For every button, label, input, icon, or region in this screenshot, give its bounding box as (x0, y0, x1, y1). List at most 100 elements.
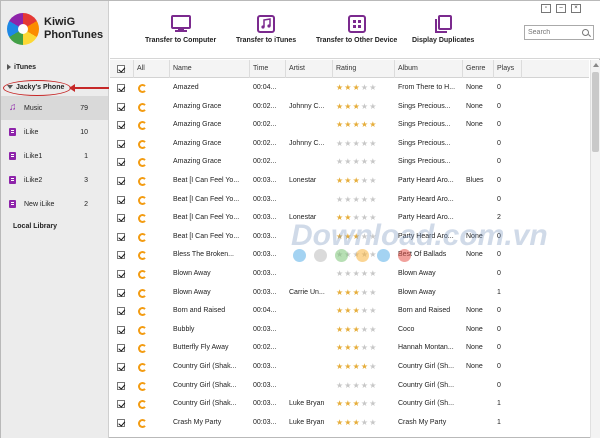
star-icon[interactable]: ★ (344, 270, 352, 278)
header-time[interactable]: Time (250, 60, 286, 78)
sidebar-device[interactable]: Jacky's Phone (7, 84, 64, 91)
star-icon[interactable]: ★ (353, 307, 361, 315)
star-icon[interactable]: ★ (361, 84, 369, 92)
star-icon[interactable]: ★ (361, 121, 369, 129)
star-icon[interactable]: ★ (361, 139, 369, 148)
star-icon[interactable]: ★ (369, 418, 377, 427)
star-icon[interactable]: ★ (361, 325, 369, 334)
scrollbar-thumb[interactable] (592, 72, 599, 152)
sidebar-item-ilike[interactable]: iLike 10 (1, 120, 108, 144)
star-icon[interactable]: ★ (353, 195, 361, 204)
star-icon[interactable]: ★ (353, 177, 361, 185)
search-icon[interactable] (582, 29, 589, 36)
star-icon[interactable]: ★ (336, 177, 344, 185)
star-icon[interactable]: ★ (344, 158, 352, 166)
star-icon[interactable]: ★ (344, 307, 352, 315)
star-icon[interactable]: ★ (369, 195, 377, 204)
star-icon[interactable]: ★ (369, 400, 377, 408)
star-icon[interactable]: ★ (336, 400, 344, 408)
row-checkbox[interactable] (117, 214, 125, 223)
rating-stars[interactable]: ★★★★★ (336, 195, 377, 204)
star-icon[interactable]: ★ (353, 158, 361, 166)
row-checkbox[interactable] (117, 288, 125, 297)
star-icon[interactable]: ★ (344, 363, 352, 371)
rating-stars[interactable]: ★★★★★ (336, 418, 377, 427)
star-icon[interactable]: ★ (336, 363, 344, 371)
star-icon[interactable]: ★ (369, 307, 377, 315)
sidebar-item-new-ilike[interactable]: New iLike 2 (1, 192, 108, 216)
table-row[interactable]: Country Girl (Shak... 00:03... Country Gir… (110, 376, 589, 396)
star-icon[interactable]: ★ (369, 270, 377, 278)
star-icon[interactable]: ★ (369, 288, 377, 297)
star-icon[interactable]: ★ (344, 325, 352, 334)
star-icon[interactable]: ★ (361, 381, 369, 390)
star-icon[interactable]: ★ (361, 418, 369, 427)
star-icon[interactable]: ★ (361, 307, 369, 315)
header-name[interactable]: Name (170, 60, 250, 78)
star-icon[interactable]: ★ (353, 84, 361, 92)
rating-stars[interactable]: ★★★★★ (336, 344, 377, 352)
select-all-checkbox[interactable] (117, 65, 125, 73)
star-icon[interactable]: ★ (344, 400, 352, 408)
star-icon[interactable]: ★ (344, 177, 352, 185)
star-icon[interactable]: ★ (369, 102, 377, 111)
row-checkbox[interactable] (117, 307, 125, 316)
star-icon[interactable]: ★ (361, 400, 369, 408)
star-icon[interactable]: ★ (344, 381, 352, 390)
star-icon[interactable]: ★ (369, 344, 377, 352)
star-icon[interactable]: ★ (353, 139, 361, 148)
table-row[interactable]: Amazing Grace 00:02... Johnny C... Sings Pr… (110, 135, 589, 154)
close-window-button[interactable]: × (571, 4, 581, 13)
row-checkbox[interactable] (117, 158, 125, 167)
star-icon[interactable]: ★ (361, 270, 369, 278)
rating-stars[interactable]: ★★★★★ (336, 363, 377, 371)
star-icon[interactable]: ★ (336, 270, 344, 278)
vertical-scrollbar[interactable] (590, 60, 600, 438)
table-row[interactable]: Amazing Grace 00:02... Sings Precious... No… (110, 116, 589, 135)
rating-stars[interactable]: ★★★★★ (336, 177, 377, 185)
rating-stars[interactable]: ★★★★★ (336, 288, 377, 297)
search-input[interactable] (525, 26, 577, 39)
table-row[interactable]: Bubbly 00:03... Coco None 0 ★ ★ ★ ★ ★ (110, 321, 589, 340)
table-row[interactable]: Country Girl (Shak... 00:03... Country Gir… (110, 358, 589, 377)
star-icon[interactable]: ★ (336, 418, 344, 427)
star-icon[interactable]: ★ (361, 363, 369, 371)
star-icon[interactable]: ★ (344, 288, 352, 297)
rating-stars[interactable]: ★★★★★ (336, 325, 377, 334)
star-icon[interactable]: ★ (369, 139, 377, 148)
star-icon[interactable]: ★ (336, 195, 344, 204)
star-icon[interactable]: ★ (353, 363, 361, 371)
sidebar-item-ilike2[interactable]: iLike2 3 (1, 168, 108, 192)
sidebar-item-ilike1[interactable]: iLike1 1 (1, 144, 108, 168)
header-select-all-cell[interactable] (110, 60, 134, 78)
table-row[interactable]: Crash My Party 00:03... Luke Bryan Crash My… (110, 413, 589, 433)
star-icon[interactable]: ★ (361, 195, 369, 204)
row-checkbox[interactable] (117, 102, 125, 111)
star-icon[interactable]: ★ (361, 288, 369, 297)
table-row[interactable]: Born and Raised 00:04... Born and Raised No… (110, 302, 589, 321)
row-checkbox[interactable] (117, 84, 125, 92)
row-checkbox[interactable] (117, 195, 125, 204)
star-icon[interactable]: ★ (369, 381, 377, 390)
header-album[interactable]: Album (395, 60, 463, 78)
row-checkbox[interactable] (117, 325, 125, 334)
table-row[interactable]: Country Girl (Shak... 00:03... Luke Bryan C… (110, 395, 589, 414)
scroll-up-icon[interactable] (593, 63, 599, 67)
table-row[interactable]: Blown Away 00:03... Carrie Un... Blown Away… (110, 284, 589, 303)
minimize-window-button[interactable]: – (556, 4, 566, 13)
transfer-to-itunes-button[interactable]: Transfer to iTunes (236, 15, 296, 44)
rating-stars[interactable]: ★★★★★ (336, 102, 377, 111)
row-checkbox[interactable] (117, 232, 125, 241)
restore-window-button[interactable]: ▫ (541, 4, 551, 13)
star-icon[interactable]: ★ (336, 102, 344, 111)
row-checkbox[interactable] (117, 177, 125, 185)
table-row[interactable]: Amazing Grace 00:02... Sings Precious... 0 ★… (110, 153, 589, 172)
header-genre[interactable]: Genre (463, 60, 494, 78)
star-icon[interactable]: ★ (344, 344, 352, 352)
sidebar-local-library[interactable]: Local Library (13, 223, 57, 230)
header-artist[interactable]: Artist (286, 60, 333, 78)
table-row[interactable]: Blown Away 00:03... Blown Away 0 ★ ★ ★ ★ ★ (110, 265, 589, 284)
star-icon[interactable]: ★ (353, 418, 361, 427)
row-checkbox[interactable] (117, 344, 125, 353)
row-checkbox[interactable] (117, 400, 125, 409)
